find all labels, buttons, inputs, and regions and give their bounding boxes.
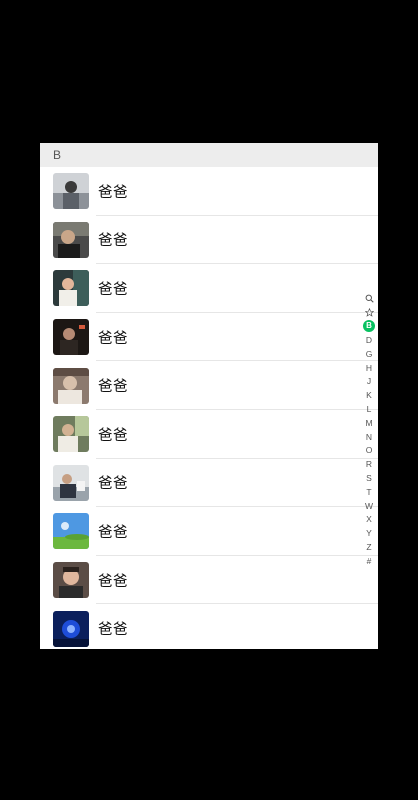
star-icon[interactable] <box>362 306 376 320</box>
section-header-b: B <box>40 143 378 167</box>
avatar[interactable] <box>53 270 89 307</box>
contact-name: 爸爸 <box>98 233 128 250</box>
index-letter[interactable]: J <box>362 375 376 389</box>
contact-name: 爸爸 <box>98 622 128 639</box>
avatar[interactable] <box>53 513 89 550</box>
contact-name: 爸爸 <box>98 184 128 201</box>
contact-row[interactable]: 爸爸 <box>40 604 378 649</box>
contact-name: 爸爸 <box>98 379 128 396</box>
avatar[interactable] <box>53 416 89 453</box>
index-letter[interactable]: T <box>362 485 376 499</box>
section-header-letter: B <box>53 148 62 162</box>
contacts-screen: B 爸爸 爸爸 爸爸 爸爸 爸爸 爸爸 爸爸 爸爸 爸爸 爸爸 <box>40 143 378 649</box>
index-letter[interactable]: M <box>362 416 376 430</box>
avatar[interactable] <box>53 562 89 599</box>
index-letter[interactable]: Y <box>362 527 376 541</box>
index-letter[interactable]: G <box>362 347 376 361</box>
contact-name: 爸爸 <box>98 281 128 298</box>
index-letter[interactable]: N <box>362 430 376 444</box>
avatar[interactable] <box>53 464 89 501</box>
contact-name: 爸爸 <box>98 573 128 590</box>
contact-row[interactable]: 爸爸 <box>40 458 378 508</box>
search-icon[interactable] <box>362 292 376 306</box>
index-letter-active[interactable]: B <box>362 320 376 334</box>
index-letter[interactable]: H <box>362 361 376 375</box>
contact-row[interactable]: 爸爸 <box>40 312 378 362</box>
contact-row[interactable]: 爸爸 <box>40 361 378 410</box>
contact-row[interactable]: 爸爸 <box>40 555 378 605</box>
index-letter[interactable]: S <box>362 471 376 485</box>
index-letter[interactable]: D <box>362 333 376 347</box>
alphabet-index-bar[interactable]: B D G H J K L M N O R S T W X Y Z # <box>362 292 376 568</box>
avatar[interactable] <box>53 221 89 258</box>
avatar[interactable] <box>53 173 89 210</box>
contact-list: 爸爸 爸爸 爸爸 爸爸 爸爸 爸爸 爸爸 爸爸 爸爸 爸爸 <box>40 167 378 649</box>
contact-name: 爸爸 <box>98 427 128 444</box>
avatar[interactable] <box>53 610 89 647</box>
index-letter[interactable]: # <box>362 554 376 568</box>
contact-row[interactable]: 爸爸 <box>40 409 378 459</box>
index-letter[interactable]: Z <box>362 540 376 554</box>
index-letter[interactable]: X <box>362 513 376 527</box>
index-letter[interactable]: O <box>362 444 376 458</box>
contact-row[interactable]: 爸爸 <box>40 167 378 216</box>
contact-row[interactable]: 爸爸 <box>40 215 378 265</box>
contact-name: 爸爸 <box>98 524 128 541</box>
index-letter[interactable]: R <box>362 458 376 472</box>
contact-name: 爸爸 <box>98 476 128 493</box>
contact-row[interactable]: 爸爸 <box>40 507 378 556</box>
index-letter[interactable]: L <box>362 402 376 416</box>
index-letter[interactable]: K <box>362 389 376 403</box>
avatar[interactable] <box>53 319 89 356</box>
index-letter[interactable]: W <box>362 499 376 513</box>
contact-row[interactable]: 爸爸 <box>40 264 378 313</box>
contact-name: 爸爸 <box>98 330 128 347</box>
avatar[interactable] <box>53 367 89 404</box>
